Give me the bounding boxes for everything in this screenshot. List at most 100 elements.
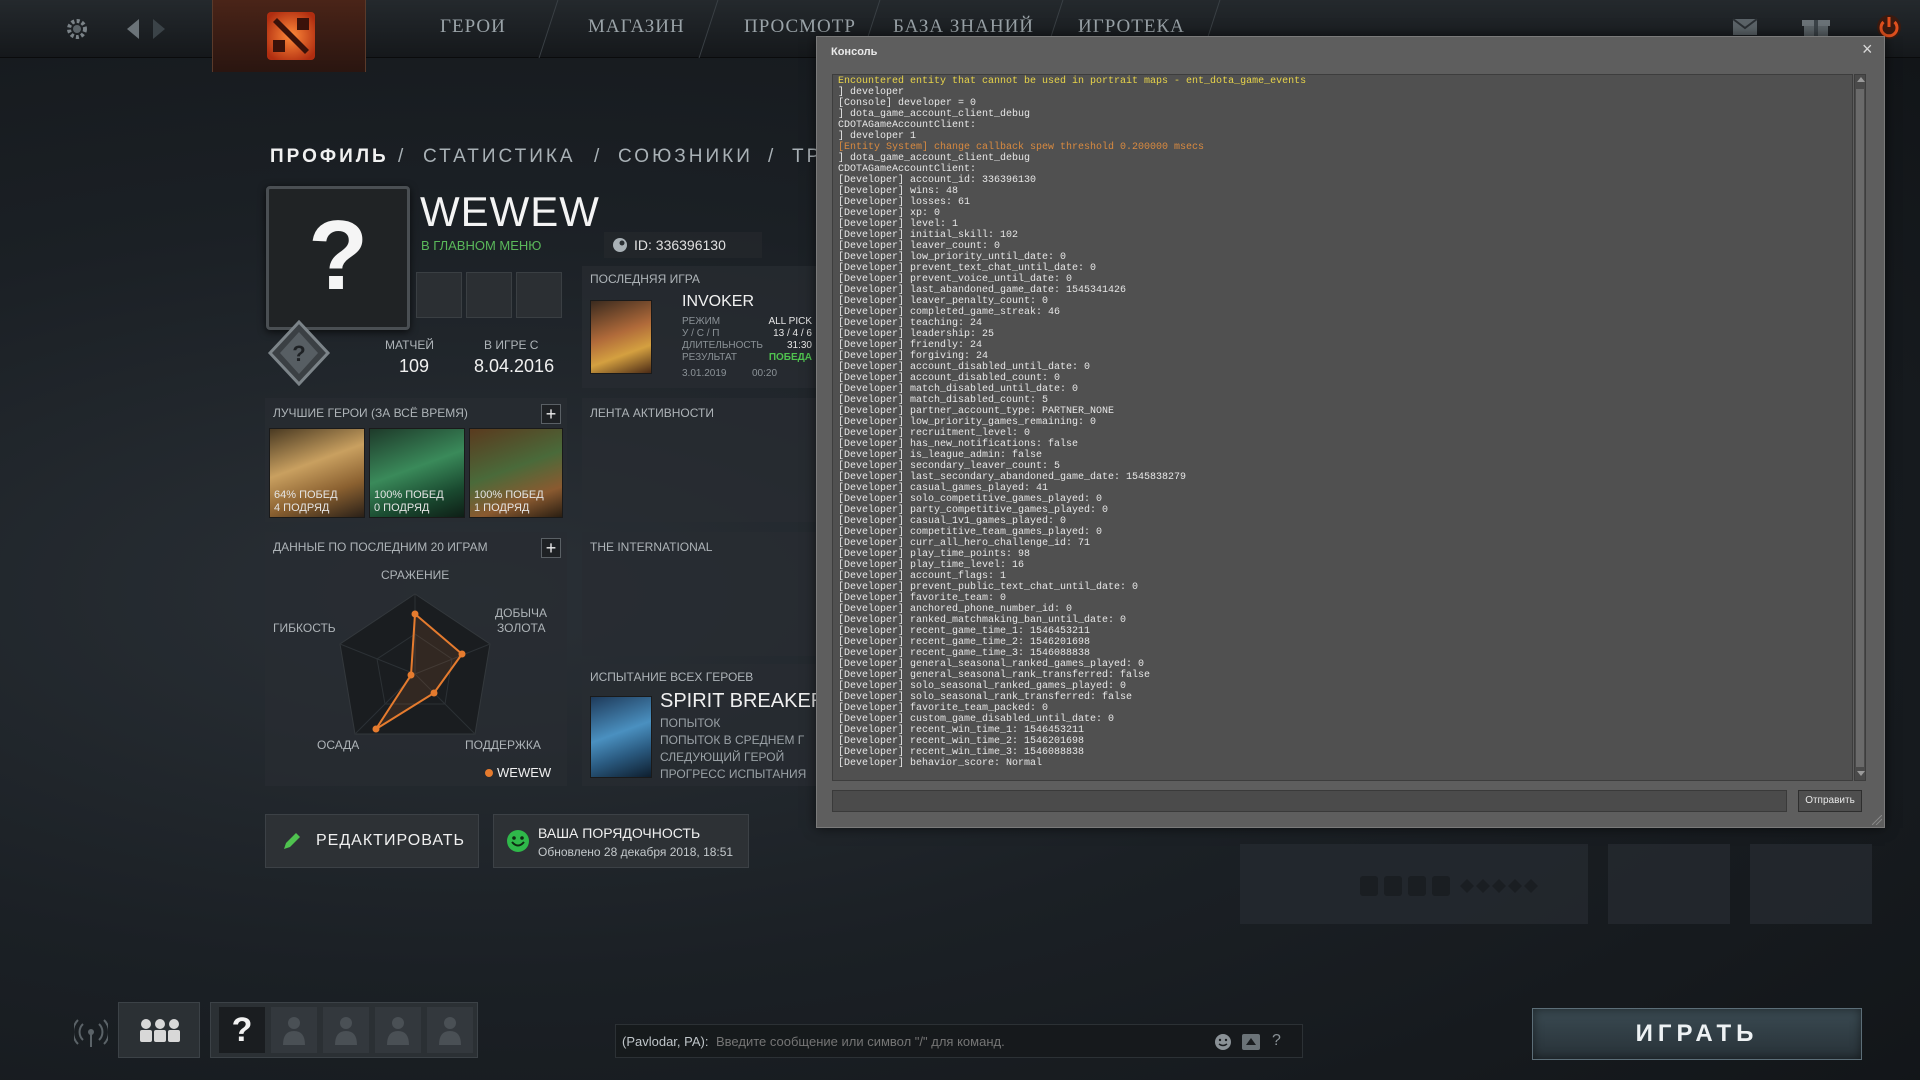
ingame-since-label: В ИГРЕ С [484,338,539,352]
nav-learn[interactable]: БАЗА ЗНАНИЙ [893,16,1034,38]
tab-statistics[interactable]: СТАТИСТИКА [423,146,576,168]
console-log-line: [Developer] solo_competitive_games_playe… [838,494,1103,505]
best-hero-winrate: 64% ПОБЕД [274,489,338,501]
console-log-line: [Developer] account_disabled_count: 0 [838,373,1061,384]
best-hero-card[interactable]: 100% ПОБЕД 1 ПОДРЯД [469,428,563,518]
best-hero-winrate: 100% ПОБЕД [474,489,544,501]
mode-label: РЕЖИМ [682,316,721,327]
party-slots: ? [210,1002,478,1058]
console-close-button[interactable]: × [1862,39,1873,60]
conduct-updated: Обновлено 28 декабря 2018, 18:51 [538,845,734,859]
play-button[interactable]: ИГРАТЬ [1532,1008,1862,1060]
tab-profile[interactable]: ПРОФИЛЬ [270,146,389,168]
nav-store[interactable]: МАГАЗИН [588,16,685,38]
hero-challenge-panel[interactable]: ИСПЫТАНИЕ ВСЕХ ГЕРОЕВ SPIRIT BREAKER ПОП… [582,664,818,786]
tab-allies[interactable]: СОЮЗНИКИ [618,146,753,168]
mode-value: ALL PICK [768,316,812,327]
best-hero-card[interactable]: 100% ПОБЕД 0 ПОДРЯД [369,428,465,518]
party-invite-slot[interactable] [323,1007,369,1053]
radar-legend-player: WEWEW [497,765,552,780]
console-log-line: [Developer] recent_win_time_3: 154608883… [838,747,1085,758]
emoticon-icon[interactable] [1214,1033,1232,1051]
console-log-line: ] dota_game_account_client_debug [838,153,1031,164]
badge-slot[interactable] [416,272,462,318]
dota-logo-button[interactable] [212,0,366,72]
avatar[interactable]: ? [266,186,410,330]
badge-slot[interactable] [466,272,512,318]
chat-wheel-icon[interactable] [1240,1031,1262,1053]
nav-heroes[interactable]: ГЕРОИ [440,16,506,38]
right-tile[interactable] [1608,844,1730,924]
scrollbar-thumb[interactable] [1856,89,1864,767]
console-log-line: [Developer] completed_game_streak: 46 [838,307,1061,318]
connection-status-icon[interactable] [74,1018,108,1048]
nav-arcade[interactable]: ИГРОТЕКА [1078,16,1185,38]
add-last20-button[interactable]: + [541,538,561,558]
party-invite-slot[interactable] [271,1007,317,1053]
scrollbar-up-arrow[interactable] [1857,77,1865,82]
challenge-hero-name: SPIRIT BREAKER [660,690,818,712]
chat-help-icon[interactable]: ? [1272,1032,1281,1050]
console-log-line: [Developer] leadership: 25 [838,329,995,340]
conduct-summary-button[interactable]: ВАША ПОРЯДОЧНОСТЬ Обновлено 28 декабря 2… [493,814,749,868]
console-log-line: [Entity System] change callback spew thr… [838,142,1205,153]
hero-challenge-header: ИСПЫТАНИЕ ВСЕХ ГЕРОЕВ [590,670,754,684]
console-window[interactable]: Консоль × Encountered entity that cannot… [816,36,1885,828]
right-tile[interactable] [1750,844,1872,924]
console-log-line: [Developer] favorite_team: 0 [838,593,1007,604]
banner-decoration-icon [1360,876,1538,896]
person-silhouette-icon [335,1017,357,1045]
event-banner[interactable] [1240,844,1588,924]
last-game-panel[interactable]: ПОСЛЕДНЯЯ ИГРА INVOKER РЕЖИМ ALL PICK У … [582,266,818,388]
nav-watch[interactable]: ПРОСМОТР [744,16,856,38]
console-log-line: [Developer] prevent_text_chat_until_date… [838,263,1097,274]
matches-label: МАТЧЕЙ [385,338,435,352]
party-group-button[interactable] [118,1002,200,1058]
back-arrow-icon[interactable] [126,18,140,40]
person-silhouette-icon [439,1017,461,1045]
rank-medal-icon[interactable]: ? [266,320,332,386]
console-send-button[interactable]: Отправить [1798,790,1862,812]
console-log-line: [Developer] ranked_matchmaking_ban_until… [838,615,1127,626]
best-hero-card[interactable]: 64% ПОБЕД 4 ПОДРЯД [269,428,365,518]
console-scrollbar[interactable] [1854,74,1866,781]
player-name: WEWEW [420,188,600,235]
console-log-line: [Developer] xp: 0 [838,208,941,219]
chat-input[interactable] [716,1029,1212,1053]
settings-gear-icon[interactable] [64,16,90,42]
party-self-slot[interactable]: ? [219,1007,265,1053]
console-command-input[interactable] [832,790,1787,812]
console-log-line: [Developer] initial_skill: 102 [838,230,1019,241]
console-log-line: [Developer] account_id: 336396130 [838,175,1037,186]
console-output-log[interactable]: Encountered entity that cannot be used i… [832,74,1853,781]
add-best-heroes-button[interactable]: + [541,404,561,424]
resize-grip-icon[interactable] [1872,815,1882,825]
party-invite-slot[interactable] [427,1007,473,1053]
party-invite-slot[interactable] [375,1007,421,1053]
console-log-line: ] developer 1 [838,131,917,142]
breadcrumb-separator: / [398,146,407,167]
radar-label-push: ОСАДА [317,738,360,752]
forward-arrow-icon[interactable] [152,18,166,40]
console-log-line: [Developer] low_priority_games_remaining… [838,417,1097,428]
console-log-line: [Developer] play_time_level: 16 [838,560,1025,571]
edit-profile-button[interactable]: РЕДАКТИРОВАТЬ [265,814,479,868]
best-hero-streak: 4 ПОДРЯД [274,502,330,514]
person-silhouette-icon [387,1017,409,1045]
console-log-line: CDOTAGameAccountClient: [838,164,977,175]
console-log-line: [Developer] solo_seasonal_ranked_games_p… [838,681,1127,692]
scrollbar-down-arrow[interactable] [1857,771,1865,776]
id-badge: ID: 336396130 [604,232,762,258]
console-log-line: [Developer] wins: 48 [838,186,959,197]
radar-label-fight: СРАЖЕНИЕ [381,568,450,582]
console-log-line: [Developer] partner_account_type: PARTNE… [838,406,1115,417]
breadcrumb-separator: / [768,146,777,167]
console-log-line: [Developer] prevent_public_text_chat_unt… [838,582,1139,593]
the-international-panel[interactable]: THE INTERNATIONAL [582,532,818,656]
challenge-avg-attempts: ПОПЫТОК В СРЕДНЕМ Г [660,733,805,747]
smiley-icon [506,829,530,853]
console-log-line: [Developer] match_disabled_count: 5 [838,395,1049,406]
badge-slot[interactable] [516,272,562,318]
legend-dot-icon [485,769,493,777]
mail-icon[interactable] [1732,18,1758,36]
